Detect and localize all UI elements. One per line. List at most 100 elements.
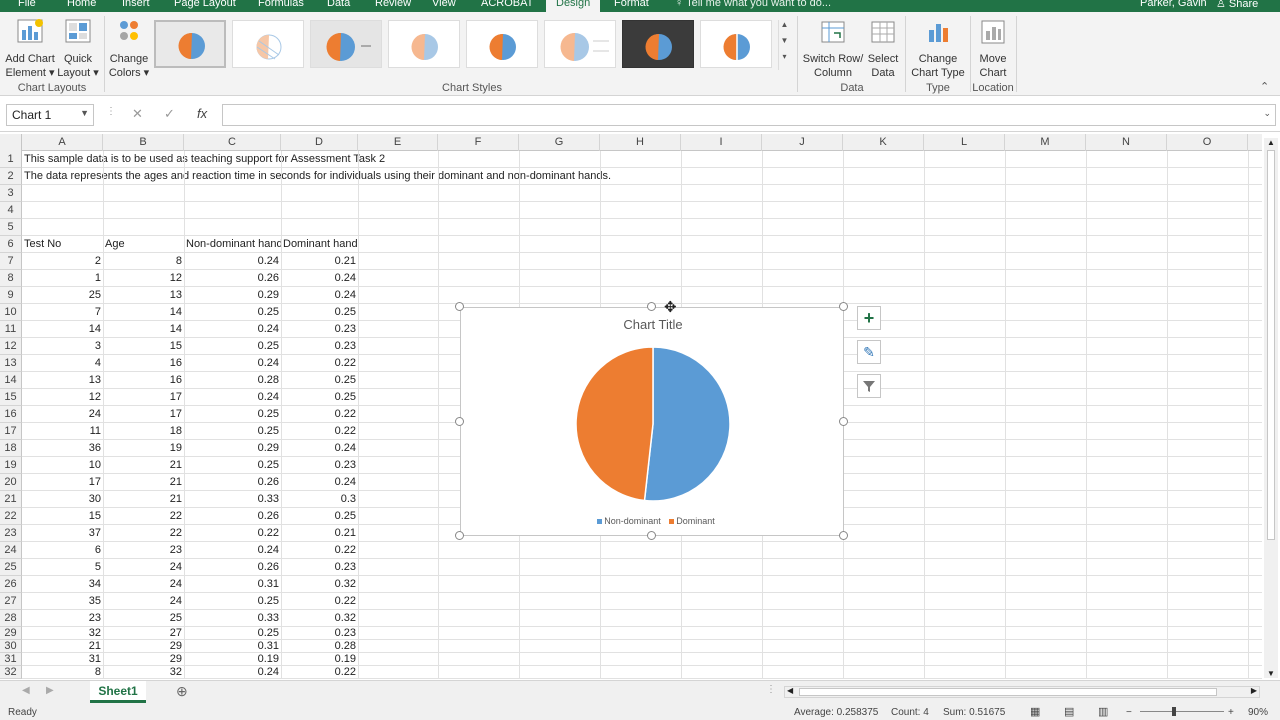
cell-c[interactable]: 0.24 [184,321,281,337]
cell-a[interactable]: 24 [22,406,103,422]
scroll-up-icon[interactable]: ▲ [1267,138,1275,147]
cell-a[interactable]: 15 [22,508,103,524]
row-header[interactable]: 27 [0,593,22,610]
cell-a[interactable]: 12 [22,389,103,405]
row-header[interactable]: 12 [0,338,22,355]
cell-d[interactable]: 0.21 [281,253,358,269]
col-header-f[interactable]: F [438,134,519,151]
row-header[interactable]: 19 [0,457,22,474]
cell-d[interactable]: 0.21 [281,525,358,541]
row-header[interactable]: 15 [0,389,22,406]
cell-b[interactable]: 19 [103,440,184,456]
gallery-down-icon[interactable]: ▼ [779,36,790,52]
cell-a[interactable]: 8 [22,666,103,678]
cell-d[interactable]: 0.3 [281,491,358,507]
row-header[interactable]: 3 [0,185,22,202]
tab-insert[interactable]: Insert [122,0,150,9]
cell-c[interactable]: 0.24 [184,389,281,405]
cell-c[interactable]: 0.31 [184,576,281,592]
select-data-button[interactable]: Select Data [866,18,900,80]
col-header-d[interactable]: D [281,134,358,151]
zoom-in-icon[interactable]: + [1228,707,1234,718]
gallery-more-icon[interactable]: ▾ [779,52,790,68]
cell-b[interactable]: Age [103,236,127,252]
cell-c[interactable]: 0.33 [184,610,281,626]
cell-a[interactable]: 23 [22,610,103,626]
vertical-scroll-thumb[interactable] [1267,150,1275,540]
horizontal-scrollbar[interactable]: ◀ ▶ [784,686,1260,698]
cell-d[interactable]: 0.32 [281,610,358,626]
cell-b[interactable]: 15 [103,338,184,354]
pie-slice-non-dominant[interactable] [643,346,731,502]
row-header[interactable]: 32 [0,666,22,679]
cell-b[interactable]: 14 [103,304,184,320]
cell-d[interactable]: Dominant hand [281,236,360,252]
col-header-l[interactable]: L [924,134,1005,151]
tab-file[interactable]: File [18,0,36,9]
cell-a[interactable]: 14 [22,321,103,337]
row-header[interactable]: 30 [0,640,22,653]
cell-a[interactable]: 13 [22,372,103,388]
cell-a[interactable]: 3 [22,338,103,354]
chart-styles-brush-icon[interactable]: ✎ [857,340,881,364]
row-header[interactable]: 7 [0,253,22,270]
cell-a[interactable]: 37 [22,525,103,541]
cell-b[interactable]: 24 [103,576,184,592]
row-header[interactable]: 2 [0,168,22,185]
resize-handle-right[interactable] [839,417,848,426]
select-all-corner[interactable] [0,134,22,151]
cell-c[interactable]: 0.25 [184,406,281,422]
cell-c[interactable]: 0.29 [184,440,281,456]
cell-b[interactable]: 32 [103,666,184,678]
col-header-c[interactable]: C [184,134,281,151]
normal-view-icon[interactable]: ▦ [1030,705,1040,718]
col-header-o[interactable]: O [1167,134,1248,151]
page-break-view-icon[interactable]: ▥ [1098,705,1108,718]
vertical-scrollbar[interactable]: ▲ ▼ [1264,138,1278,678]
cell-a[interactable]: 21 [22,640,103,652]
cell-b[interactable]: 22 [103,508,184,524]
pie-plot-area[interactable] [461,308,845,537]
cell-b[interactable]: 22 [103,525,184,541]
chart-elements-plus-icon[interactable]: + [857,306,881,330]
cell-b[interactable]: 18 [103,423,184,439]
cell-c[interactable]: 0.24 [184,666,281,678]
cell-b[interactable]: 16 [103,372,184,388]
cell-d[interactable]: 0.19 [281,653,358,665]
expand-formula-icon[interactable]: ⌄ [1263,108,1271,119]
cell-c[interactable]: 0.25 [184,593,281,609]
col-header-e[interactable]: E [358,134,438,151]
resize-handle-bottom-right[interactable] [839,531,848,540]
insert-function-icon[interactable]: fx [197,106,207,121]
zoom-out-icon[interactable]: − [1126,707,1132,718]
cell-c[interactable]: 0.22 [184,525,281,541]
row-header[interactable]: 26 [0,576,22,593]
cell-b[interactable]: 21 [103,474,184,490]
scroll-left-icon[interactable]: ◀ [787,686,793,695]
name-box[interactable]: Chart 1 ▼ [6,104,94,126]
cell-d[interactable]: 0.32 [281,576,358,592]
row-header[interactable]: 10 [0,304,22,321]
tab-data[interactable]: Data [327,0,350,9]
chart-style-5[interactable] [466,20,538,68]
cell-a[interactable]: 1 [22,270,103,286]
cell-b[interactable]: 21 [103,491,184,507]
row-header[interactable]: 6 [0,236,22,253]
cell-a[interactable]: The data represents the ages and reactio… [22,168,613,184]
chart-style-1[interactable] [154,20,226,68]
cell-d[interactable]: 0.23 [281,627,358,639]
cell-b[interactable]: 17 [103,406,184,422]
cell-b[interactable]: 8 [103,253,184,269]
add-sheet-icon[interactable]: ⊕ [176,683,188,700]
cell-d[interactable]: 0.25 [281,508,358,524]
row-header[interactable]: 14 [0,372,22,389]
cell-d[interactable]: 0.22 [281,406,358,422]
resize-handle-left[interactable] [455,417,464,426]
row-header[interactable]: 20 [0,474,22,491]
resize-handle-bottom-left[interactable] [455,531,464,540]
move-chart-button[interactable]: Move Chart [974,18,1012,80]
switch-row-column-button[interactable]: Switch Row/ Column [801,18,865,80]
row-header[interactable]: 13 [0,355,22,372]
cell-a[interactable]: 6 [22,542,103,558]
chevron-down-icon[interactable]: ▼ [80,108,89,118]
